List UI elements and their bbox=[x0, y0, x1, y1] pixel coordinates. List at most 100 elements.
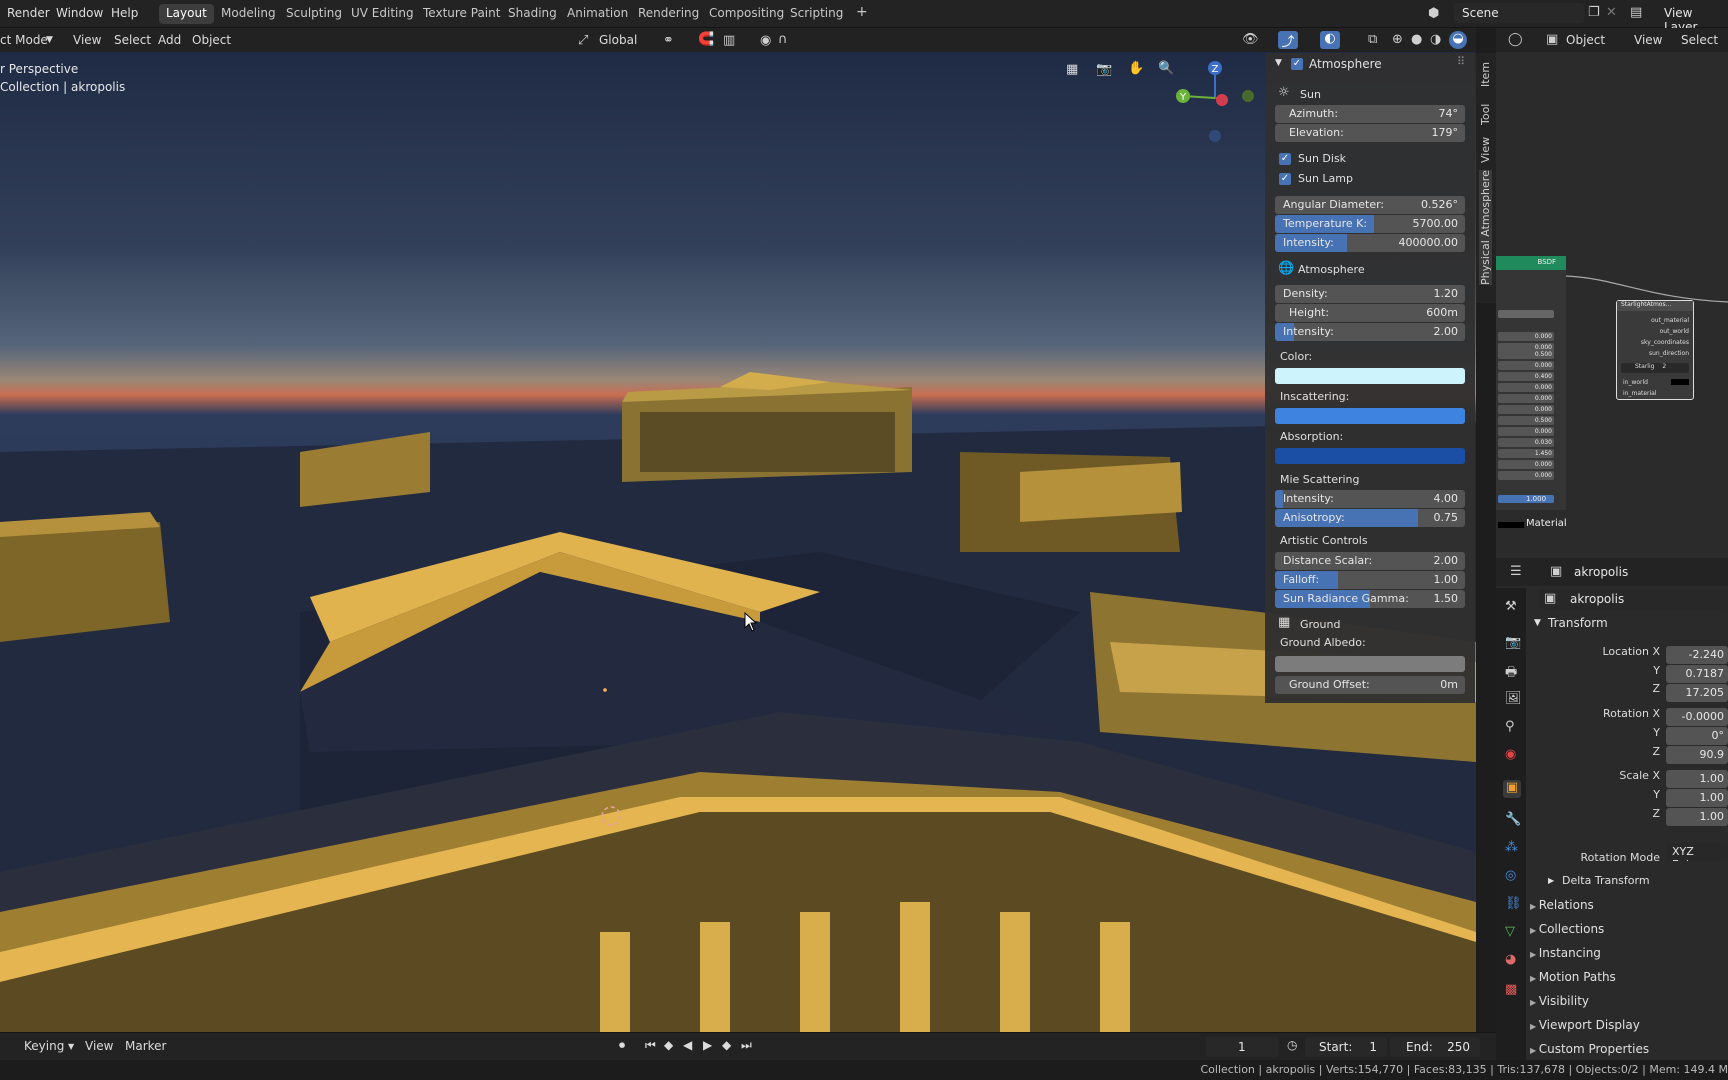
object-tab-icon[interactable]: ▣ bbox=[1503, 780, 1521, 798]
world-tab-icon[interactable]: ◉ bbox=[1505, 747, 1516, 762]
tab-view[interactable]: View bbox=[1479, 137, 1492, 163]
object-name-field[interactable]: ▣ akropolis bbox=[1538, 589, 1728, 609]
particles-tab-icon[interactable]: ⁂ bbox=[1505, 840, 1518, 855]
scene-tab-icon[interactable]: ⚲ bbox=[1505, 719, 1515, 734]
solid-shading-icon[interactable]: ● bbox=[1411, 32, 1422, 47]
elevation-field[interactable]: Elevation: 179° bbox=[1275, 124, 1465, 142]
section-custom-properties[interactable]: ▶ Custom Properties bbox=[1530, 1042, 1728, 1056]
collapse-arrow-icon[interactable]: ▼ bbox=[1275, 58, 1282, 68]
physics-tab-icon[interactable]: ◎ bbox=[1505, 868, 1516, 883]
falloff-icon[interactable]: ∩ bbox=[778, 32, 788, 47]
menu-add[interactable]: Add bbox=[158, 33, 181, 47]
falloff-slider[interactable]: Falloff: 1.00 bbox=[1275, 571, 1465, 589]
anisotropy-slider[interactable]: Anisotropy: 0.75 bbox=[1275, 509, 1465, 527]
visibility-icon[interactable]: 👁 bbox=[1242, 32, 1259, 47]
snap-icon[interactable]: 🧲 bbox=[698, 32, 714, 47]
section-visibility[interactable]: ▶ Visibility bbox=[1530, 994, 1728, 1008]
view-layer-icon[interactable]: ▤ bbox=[1630, 5, 1642, 20]
xray-icon[interactable]: ⧉ bbox=[1368, 32, 1377, 47]
pan-hand-icon[interactable]: ✋ bbox=[1128, 61, 1144, 76]
record-icon[interactable]: ⏺ bbox=[619, 1038, 625, 1053]
tab-modeling[interactable]: Modeling bbox=[214, 4, 283, 24]
play-reverse-icon[interactable]: ◀ bbox=[683, 1038, 692, 1052]
tab-scripting[interactable]: Scripting bbox=[783, 4, 850, 24]
add-workspace-button[interactable]: + bbox=[849, 2, 875, 22]
scale-x-field[interactable]: 1.00 bbox=[1666, 770, 1728, 788]
constraints-tab-icon[interactable]: ⛓ bbox=[1505, 896, 1522, 911]
view-layer-tab-icon[interactable]: 🖼 bbox=[1505, 691, 1522, 706]
section-relations[interactable]: ▶ Relations bbox=[1530, 898, 1728, 912]
render-tab-icon[interactable]: 📷 bbox=[1505, 635, 1521, 650]
azimuth-field[interactable]: Azimuth: 74° bbox=[1275, 105, 1465, 123]
clock-icon[interactable]: ◷ bbox=[1287, 1038, 1297, 1052]
delta-transform-header[interactable]: Delta Transform bbox=[1562, 874, 1650, 887]
section-motion-paths[interactable]: ▶ Motion Paths bbox=[1530, 970, 1728, 984]
density-field[interactable]: Density: 1.20 bbox=[1275, 285, 1465, 303]
sun-lamp-checkbox[interactable]: ✓ bbox=[1279, 173, 1291, 185]
proportional-edit-icon[interactable]: ◉ bbox=[760, 33, 771, 48]
scene-icon[interactable]: ⬢ bbox=[1428, 6, 1439, 21]
scene-field[interactable]: Scene bbox=[1454, 3, 1584, 23]
rotation-mode-select[interactable]: XYZ Euler bbox=[1666, 843, 1728, 861]
output-tab-icon[interactable]: 🖶 bbox=[1505, 663, 1517, 685]
gizmo-toggle-icon[interactable]: ⤴ bbox=[1278, 31, 1298, 50]
ground-offset-field[interactable]: Ground Offset: 0m bbox=[1275, 676, 1465, 694]
transform-header[interactable]: Transform bbox=[1548, 616, 1608, 630]
grid-toggle-icon[interactable]: ▦ bbox=[1066, 62, 1078, 77]
rotation-x-field[interactable]: -0.0000 bbox=[1666, 708, 1728, 726]
data-tab-icon[interactable]: ▽ bbox=[1505, 924, 1515, 939]
menu-window[interactable]: Window bbox=[56, 6, 103, 20]
starlight-atmosphere-node[interactable]: StarlightAtmos... out_material out_world… bbox=[1616, 300, 1694, 400]
next-keyframe-icon[interactable]: ◆ bbox=[722, 1038, 731, 1052]
location-x-field[interactable]: -2.240 bbox=[1666, 646, 1728, 664]
delete-scene-icon[interactable]: ✕ bbox=[1606, 5, 1617, 20]
jump-end-icon[interactable]: ⏭ bbox=[741, 1038, 752, 1053]
height-field[interactable]: Height: 600m bbox=[1275, 304, 1465, 322]
mie-intensity-slider[interactable]: Intensity: 4.00 bbox=[1275, 490, 1465, 508]
rendered-shading-icon[interactable]: ◒ bbox=[1449, 31, 1467, 49]
menu-help[interactable]: Help bbox=[111, 6, 138, 20]
tab-animation[interactable]: Animation bbox=[560, 4, 635, 24]
texture-tab-icon[interactable]: ▩ bbox=[1505, 982, 1517, 997]
modifiers-tab-icon[interactable]: 🔧 bbox=[1505, 812, 1521, 827]
inscattering-swatch[interactable] bbox=[1275, 408, 1465, 424]
temperature-slider[interactable]: Temperature K: 5700.00 bbox=[1275, 215, 1465, 233]
tab-sculpting[interactable]: Sculpting bbox=[279, 4, 349, 24]
wireframe-shading-icon[interactable]: ⊕ bbox=[1392, 32, 1403, 47]
menu-object[interactable]: Object bbox=[192, 33, 231, 47]
node-editor[interactable]: ◯ ▣ Object View Select BSDF 0.000 0.000 0.… bbox=[1496, 28, 1728, 558]
mode-select[interactable]: ct Mode bbox=[0, 33, 48, 47]
tab-uv-editing[interactable]: UV Editing bbox=[344, 4, 421, 24]
new-scene-icon[interactable]: ❐ bbox=[1588, 5, 1600, 20]
tab-rendering[interactable]: Rendering bbox=[631, 4, 706, 24]
sun-intensity-slider[interactable]: Intensity: 400000.00 bbox=[1275, 234, 1465, 252]
drag-handle-icon[interactable]: ⠿ bbox=[1457, 55, 1465, 68]
overlay-toggle-icon[interactable]: ◐ bbox=[1320, 31, 1340, 49]
material-shading-icon[interactable]: ◑ bbox=[1430, 32, 1441, 47]
properties-editor-type-icon[interactable]: ☰ bbox=[1510, 564, 1522, 579]
tool-tab-icon[interactable]: ⚒ bbox=[1505, 599, 1517, 614]
current-frame-field[interactable]: 1 bbox=[1206, 1037, 1278, 1057]
location-z-field[interactable]: 17.205 bbox=[1666, 684, 1728, 702]
end-frame-field[interactable]: End: 250 bbox=[1390, 1037, 1480, 1057]
rotation-z-field[interactable]: 90.9 bbox=[1666, 746, 1728, 764]
keying-menu[interactable]: Keying bbox=[24, 1039, 64, 1053]
timeline-menu-view[interactable]: View bbox=[85, 1039, 113, 1053]
material-tab-icon[interactable]: ◕ bbox=[1505, 952, 1516, 967]
jump-start-icon[interactable]: ⏮ bbox=[645, 1038, 656, 1053]
start-frame-field[interactable]: Start: 1 bbox=[1305, 1037, 1387, 1057]
atmosphere-intensity-slider[interactable]: Intensity: 2.00 bbox=[1275, 323, 1465, 341]
sun-radiance-gamma-slider[interactable]: Sun Radiance Gamma: 1.50 bbox=[1275, 590, 1465, 608]
scale-y-field[interactable]: 1.00 bbox=[1666, 789, 1728, 807]
menu-render[interactable]: Render bbox=[7, 6, 50, 20]
location-y-field[interactable]: 0.7187 bbox=[1666, 665, 1728, 683]
transform-orientation-select[interactable]: Global bbox=[599, 33, 637, 47]
distance-scalar-field[interactable]: Distance Scalar: 2.00 bbox=[1275, 552, 1465, 570]
snap-target-icon[interactable]: ▥ bbox=[723, 33, 735, 48]
angular-diameter-field[interactable]: Angular Diameter: 0.526° bbox=[1275, 196, 1465, 214]
transform-collapse-icon[interactable]: ▼ bbox=[1534, 618, 1541, 628]
sun-disk-checkbox[interactable]: ✓ bbox=[1279, 153, 1291, 165]
tab-compositing[interactable]: Compositing bbox=[702, 4, 791, 24]
color-swatch[interactable] bbox=[1275, 368, 1465, 384]
3d-viewport[interactable]: r Perspective Collection | akropolis ▦ 📷… bbox=[0, 52, 1476, 1032]
